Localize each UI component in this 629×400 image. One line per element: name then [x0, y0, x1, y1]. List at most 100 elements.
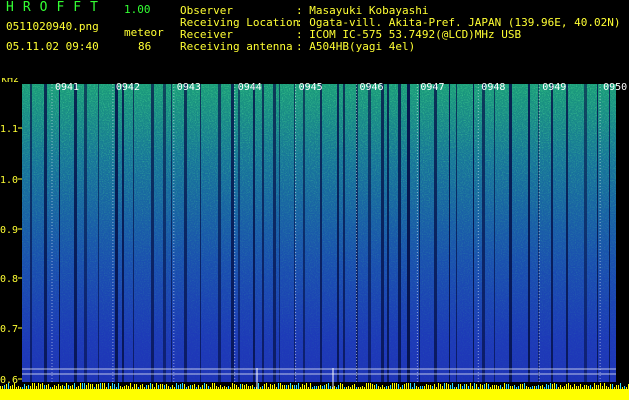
baseline-spike: [298, 383, 299, 389]
baseline-spike: [426, 384, 427, 389]
baseline-spike: [262, 386, 263, 389]
baseline-spike: [38, 383, 39, 389]
baseline-spike: [450, 385, 451, 389]
baseline-spike: [408, 383, 409, 389]
gap-column: [200, 84, 201, 382]
baseline-spike: [430, 385, 431, 389]
baseline-spike: [90, 384, 91, 389]
time-label: 0947: [420, 82, 444, 93]
baseline-spike: [98, 384, 99, 389]
baseline-spike: [100, 383, 101, 389]
info-key-antenna: Receiving antenna: [180, 40, 293, 53]
baseline-spike: [350, 387, 351, 389]
baseline-spike: [518, 386, 519, 389]
baseline-spike: [166, 384, 167, 389]
baseline-spike: [452, 383, 453, 389]
gap-column: [528, 84, 530, 382]
gap-column: [30, 84, 32, 382]
baseline-spike: [112, 383, 113, 389]
baseline-spike: [446, 383, 447, 389]
baseline-spike: [550, 383, 551, 389]
baseline-spike: [284, 385, 285, 389]
baseline-spike: [504, 383, 505, 389]
baseline-spike: [196, 387, 197, 389]
baseline-spike: [588, 386, 589, 389]
baseline-spike: [434, 384, 435, 389]
baseline-spike: [492, 385, 493, 389]
baseline-spike: [52, 387, 53, 389]
baseline-spike: [382, 385, 383, 389]
baseline-spike: [180, 384, 181, 389]
gap-column: [494, 84, 495, 382]
baseline-spike: [416, 386, 417, 389]
baseline-spike: [538, 385, 539, 389]
baseline-spike: [254, 387, 255, 389]
baseline-spike: [34, 383, 35, 389]
baseline-spike: [10, 386, 11, 389]
gap-column: [320, 84, 322, 382]
baseline-spike: [278, 383, 279, 389]
gap-column: [218, 84, 221, 382]
meteor-label: meteor: [124, 26, 164, 39]
baseline-spike: [22, 387, 23, 389]
baseline-spike: [456, 387, 457, 389]
gap-column: [238, 84, 240, 382]
baseline-spike: [372, 384, 373, 389]
baseline-spike: [46, 385, 47, 389]
gap-column: [381, 84, 384, 382]
gap-column: [482, 84, 485, 382]
baseline-spike: [290, 383, 291, 389]
baseline-spike: [568, 383, 569, 389]
baseline-spike: [218, 387, 219, 389]
baseline-spike: [520, 384, 521, 389]
baseline-spike: [618, 385, 619, 389]
baseline-spike: [486, 383, 487, 389]
time-label: 0943: [177, 82, 201, 93]
baseline-spike: [78, 386, 79, 389]
time-label: 0949: [542, 82, 566, 93]
baseline-spike: [208, 386, 209, 389]
baseline-spike: [120, 386, 121, 389]
baseline-spike: [554, 383, 555, 389]
baseline-spike: [490, 387, 491, 389]
baseline-spike: [188, 386, 189, 389]
gap-column: [449, 84, 450, 382]
gap-column: [74, 84, 77, 382]
gap-column: [566, 84, 568, 382]
baseline-spike: [318, 386, 319, 389]
baseline-spike: [310, 383, 311, 389]
baseline-spike: [364, 387, 365, 389]
baseline-spike: [124, 386, 125, 389]
baseline-spike: [30, 386, 31, 389]
baseline-spike: [548, 385, 549, 389]
baseline-spike: [516, 387, 517, 389]
baseline-spike: [380, 387, 381, 389]
baseline-spike: [274, 384, 275, 389]
gap-column: [407, 84, 410, 382]
baseline-spike: [206, 384, 207, 389]
baseline-spike: [410, 383, 411, 389]
baseline-spike: [602, 386, 603, 389]
baseline-spike: [244, 385, 245, 389]
baseline-spike: [234, 384, 235, 389]
baseline-spike: [498, 386, 499, 389]
baseline-spike: [398, 384, 399, 389]
baseline-spike: [222, 387, 223, 389]
baseline-spike: [156, 383, 157, 389]
baseline-spike: [354, 384, 355, 389]
baseline-spike: [566, 384, 567, 389]
baseline-spike: [366, 383, 367, 389]
baseline-spike: [258, 383, 259, 389]
time-label: 0945: [299, 82, 323, 93]
baseline-spike: [358, 387, 359, 389]
baseline-spike: [348, 386, 349, 389]
baseline-spike: [184, 384, 185, 389]
gap-column: [538, 84, 539, 382]
baseline-spike: [286, 385, 287, 389]
baseline-spike: [596, 385, 597, 389]
gap-column: [151, 84, 154, 382]
baseline-spike: [584, 385, 585, 389]
baseline-spike: [264, 384, 265, 389]
baseline-spike: [76, 387, 77, 389]
baseline-spike: [142, 384, 143, 389]
